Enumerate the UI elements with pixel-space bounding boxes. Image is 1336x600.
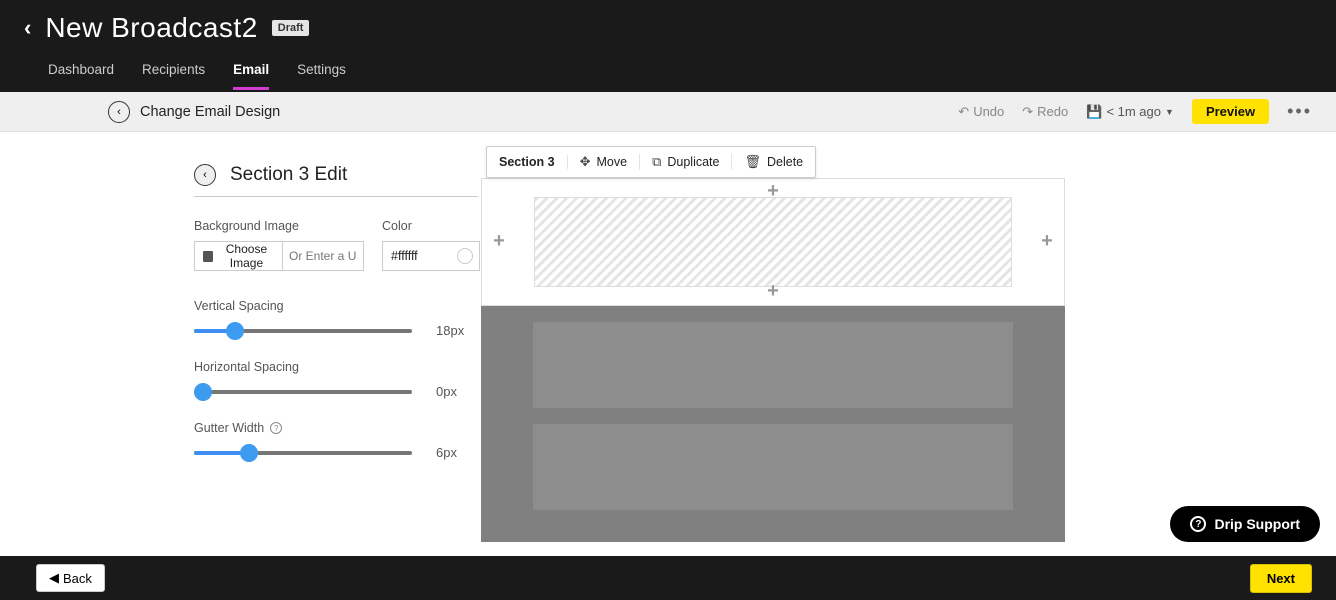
other-sections: [481, 306, 1065, 542]
saved-indicator[interactable]: 💾< 1m ago▼: [1086, 104, 1174, 120]
undo-button[interactable]: ↶Undo: [958, 104, 1004, 120]
footer-back-button[interactable]: ◀Back: [36, 564, 105, 592]
empty-content-block[interactable]: [534, 197, 1012, 287]
horizontal-spacing-value: 0px: [436, 384, 472, 399]
footer-next-button[interactable]: Next: [1250, 564, 1312, 593]
delete-button[interactable]: 🗑Delete: [732, 154, 815, 170]
add-right-icon[interactable]: +: [1038, 233, 1056, 251]
main-tabs: Dashboard Recipients Email Settings: [24, 62, 1312, 90]
section-block[interactable]: [533, 322, 1013, 408]
canvas-area: Section 3 ✥Move ⧉Duplicate 🗑Delete + + +…: [480, 132, 1336, 556]
preview-button[interactable]: Preview: [1192, 99, 1269, 124]
save-disk-icon: 💾: [1086, 104, 1102, 120]
change-design-label[interactable]: Change Email Design: [140, 104, 280, 120]
gutter-width-slider[interactable]: [194, 451, 412, 455]
image-icon: [203, 251, 213, 262]
vertical-spacing-value: 18px: [436, 323, 472, 338]
choose-image-button[interactable]: Choose Image: [195, 242, 283, 270]
back-chevron[interactable]: ‹: [24, 15, 31, 41]
undo-arrow-icon: ↶: [958, 104, 969, 120]
section-block[interactable]: [533, 424, 1013, 510]
chevron-down-icon: ▼: [1165, 107, 1174, 117]
horizontal-spacing-slider[interactable]: [194, 390, 412, 394]
more-menu-icon[interactable]: •••: [1287, 101, 1312, 122]
vertical-spacing-label: Vertical Spacing: [194, 299, 472, 313]
move-icon: ✥: [580, 154, 591, 170]
tab-recipients[interactable]: Recipients: [142, 62, 205, 90]
duplicate-icon: ⧉: [652, 154, 661, 170]
selected-section[interactable]: + + + +: [481, 178, 1065, 306]
vertical-spacing-slider[interactable]: [194, 329, 412, 333]
add-above-icon[interactable]: +: [764, 183, 782, 201]
redo-button[interactable]: ↷Redo: [1022, 104, 1068, 120]
section-title: Section 3 Edit: [230, 164, 347, 186]
page-title: New Broadcast2: [45, 12, 257, 44]
tab-email[interactable]: Email: [233, 62, 269, 90]
tab-settings[interactable]: Settings: [297, 62, 346, 90]
horizontal-spacing-label: Horizontal Spacing: [194, 360, 472, 374]
duplicate-button[interactable]: ⧉Duplicate: [640, 154, 732, 170]
color-input[interactable]: [391, 249, 439, 263]
bg-image-label: Background Image: [194, 219, 364, 233]
color-label: Color: [382, 219, 480, 233]
section-back-button[interactable]: ‹: [194, 164, 216, 186]
draft-badge: Draft: [272, 20, 310, 36]
back-circle-button[interactable]: ‹: [108, 101, 130, 123]
add-below-icon[interactable]: +: [764, 283, 782, 301]
left-caret-icon: ◀: [49, 570, 59, 586]
support-button[interactable]: ? Drip Support: [1170, 506, 1320, 542]
section-toolbar: Section 3 ✥Move ⧉Duplicate 🗑Delete: [486, 146, 816, 178]
gutter-width-label: Gutter Width: [194, 421, 264, 435]
support-icon: ?: [1190, 516, 1206, 532]
tab-dashboard[interactable]: Dashboard: [48, 62, 114, 90]
help-icon[interactable]: ?: [270, 422, 282, 434]
section-toolbar-label: Section 3: [487, 155, 568, 169]
image-url-input[interactable]: [283, 242, 363, 270]
gutter-width-value: 6px: [436, 445, 472, 460]
move-button[interactable]: ✥Move: [568, 154, 640, 170]
trash-icon: 🗑: [744, 154, 761, 170]
editor-sidebar: ‹ Section 3 Edit Background Image Choose…: [0, 132, 480, 556]
redo-arrow-icon: ↷: [1022, 104, 1033, 120]
add-left-icon[interactable]: +: [490, 233, 508, 251]
color-swatch[interactable]: [457, 248, 473, 264]
